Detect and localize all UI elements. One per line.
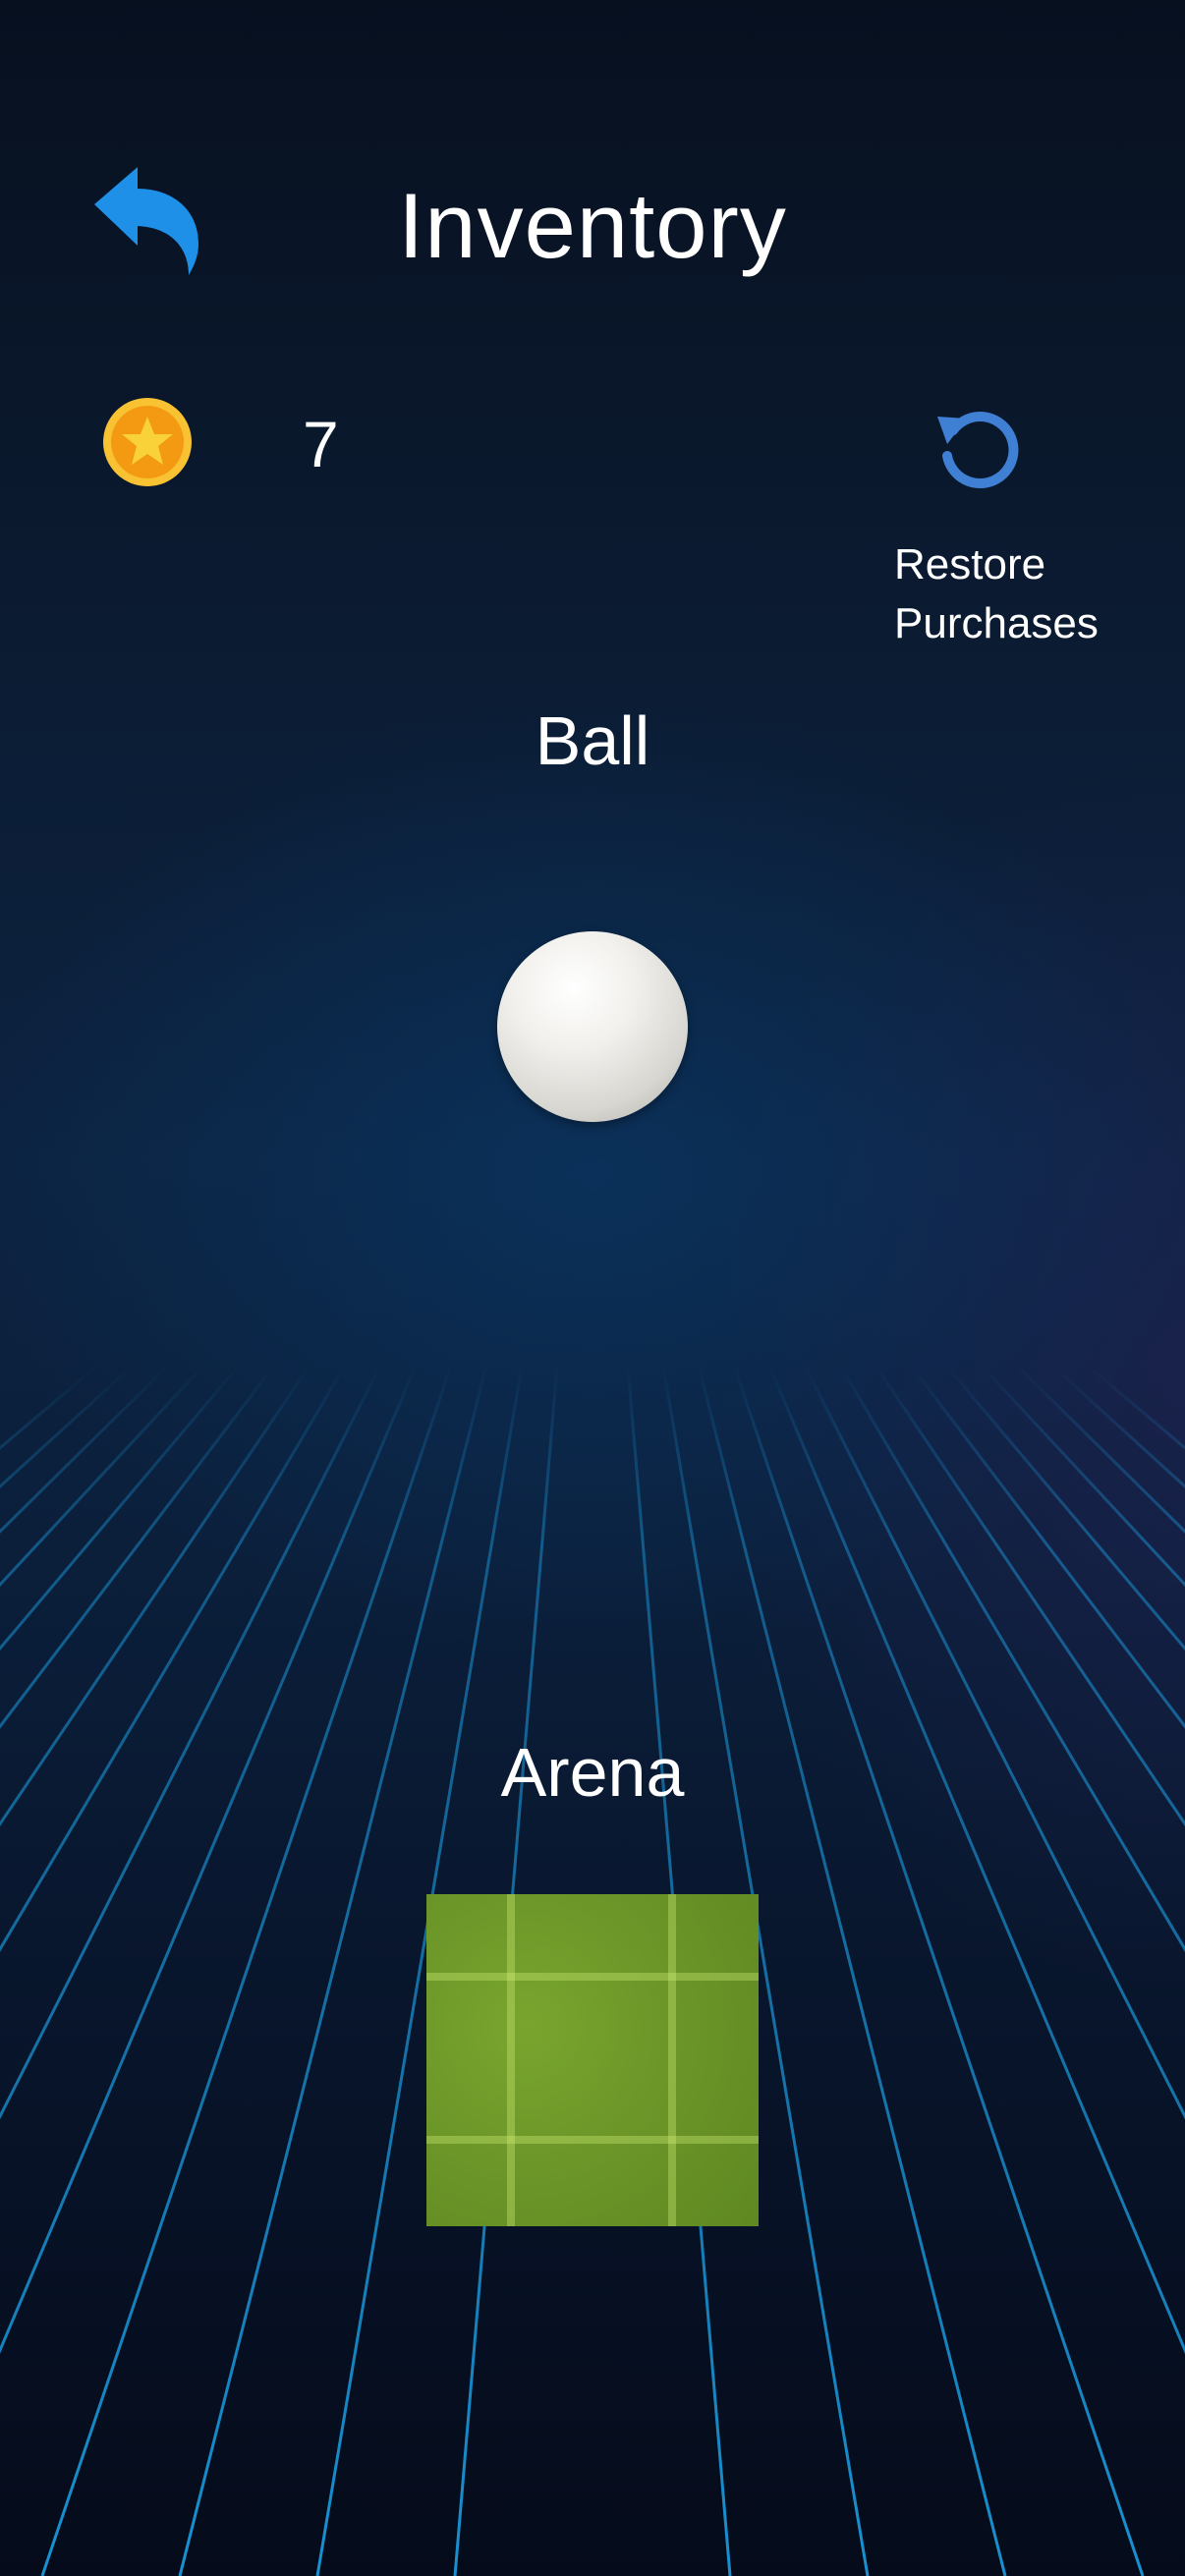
restore-purchases-label: Restore Purchases: [894, 540, 1099, 647]
grid-line: [1087, 1364, 1185, 1450]
grid-line: [0, 1365, 311, 1827]
grid-line: [767, 1365, 1185, 2355]
page-title: Inventory: [398, 174, 787, 277]
grid-line: [1050, 1364, 1185, 1489]
grid-line: [1015, 1364, 1185, 1534]
grid-line: [0, 1365, 382, 2120]
grid-line: [0, 1365, 241, 1652]
ball-item[interactable]: [497, 931, 688, 1122]
restore-purchases-button[interactable]: Restore Purchases: [884, 393, 1140, 658]
grid-line: [0, 1364, 135, 1489]
grid-line: [0, 1365, 418, 2355]
grid-line: [0, 1364, 205, 1588]
grid-line: [803, 1365, 1185, 2120]
coin-count: 7: [303, 408, 339, 480]
arena-section-label: Arena: [500, 1734, 685, 1811]
grid-line: [40, 1365, 453, 2576]
ball-section-label: Ball: [535, 702, 650, 779]
inventory-screen: Inventory 7 Restore Purchases Ball Arena: [0, 0, 1185, 2576]
grid-line: [838, 1365, 1185, 1952]
arena-item[interactable]: [426, 1894, 759, 2226]
restore-circular-arrow-icon: [937, 412, 1019, 489]
grid-line: [732, 1365, 1145, 2576]
grid-line: [874, 1365, 1185, 1827]
grid-line: [0, 1364, 98, 1450]
grid-line: [909, 1365, 1185, 1729]
grid-line: [0, 1365, 347, 1952]
grid-line: [0, 1365, 276, 1729]
grid-line: [980, 1364, 1185, 1588]
star-coin-icon: [103, 398, 192, 486]
grid-line: [944, 1365, 1185, 1652]
grid-line: [0, 1364, 170, 1534]
